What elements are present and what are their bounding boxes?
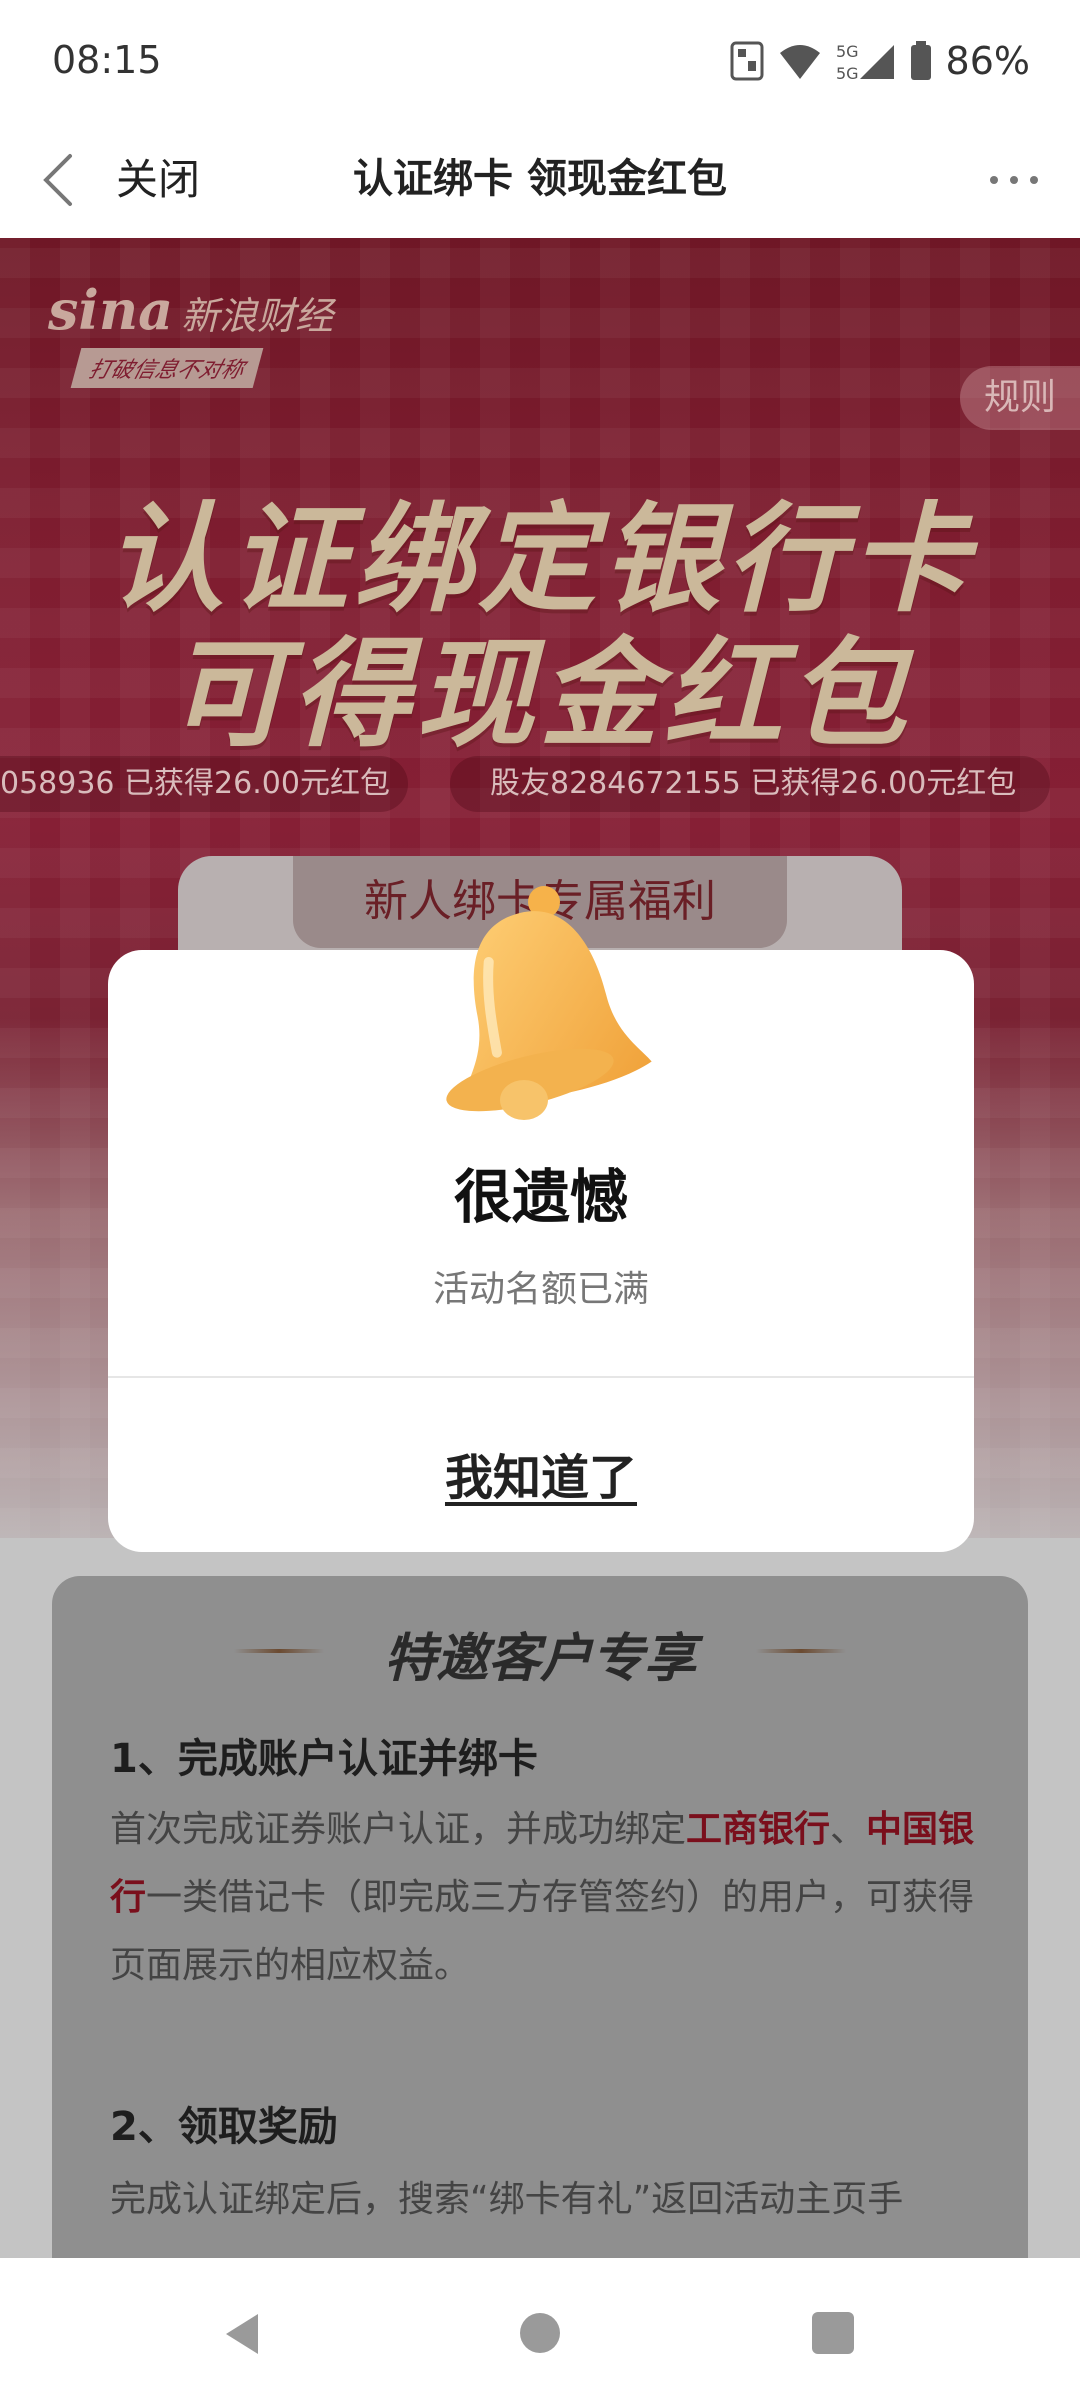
dialog-title: 很遗憾 <box>453 1163 628 1231</box>
sina-finance-logo: sina 新浪财经 打破信息不对称 <box>48 278 333 388</box>
rules-button[interactable]: 规则 <box>960 366 1080 430</box>
wifi-icon <box>779 45 820 79</box>
status-bar: 08:15 5G 5G 86% <box>0 0 1080 120</box>
status-icons: 5G 5G 86% <box>730 36 1030 86</box>
step-2-text: 完成认证绑定后，搜索“绑卡有礼”返回活动主页手 <box>110 2179 904 2220</box>
svg-text:5G: 5G <box>836 42 859 61</box>
top-nav-bar: 关闭 认证绑卡 领现金红包 <box>0 120 1080 238</box>
step-1-text: 首次完成证券账户认证，并成功绑定工商银行、中国银行一类借记卡（即完成三方存管签约… <box>110 1796 990 2000</box>
headline-line-2: 可得现金红包 <box>167 625 912 763</box>
winner-ticker-item: 058936 已获得26.00元红包 <box>0 756 408 812</box>
dialog-message: 活动名额已满 <box>432 1269 649 1310</box>
logo-text: sina <box>48 278 174 342</box>
logo-slogan: 打破信息不对称 <box>70 348 264 388</box>
step-1-title: 1、完成账户认证并绑卡 <box>110 1736 538 1782</box>
signal-icon: 5G 5G <box>836 42 894 83</box>
battery-icon <box>910 41 931 80</box>
dialog-divider <box>108 1376 974 1378</box>
step-1-text-b: 一类借记卡（即完成三方存管签约）的用户，可获得页面展示的相应权益。 <box>110 1877 975 1986</box>
system-back-icon[interactable] <box>222 2312 262 2356</box>
acknowledge-button[interactable]: 我知道了 <box>108 1438 974 1508</box>
winner-ticker-item: 股友8284672155 已获得26.00元红包 <box>450 756 1050 812</box>
bell-icon <box>446 886 652 1120</box>
system-nav-bar <box>0 2264 1080 2400</box>
vip-benefit-card: 特邀客户专享 1、完成账户认证并绑卡 首次完成证券账户认证，并成功绑定工商银行、… <box>52 1576 1028 2258</box>
bank-separator: 、 <box>830 1809 867 1850</box>
nfc-icon <box>730 41 764 81</box>
step-1-text-a: 首次完成证券账户认证，并成功绑定 <box>110 1809 687 1850</box>
system-recents-icon[interactable] <box>812 2312 854 2354</box>
system-home-icon[interactable] <box>520 2313 560 2353</box>
status-time: 08:15 <box>52 38 162 82</box>
bank-icbc: 工商银行 <box>686 1809 831 1850</box>
battery-percent: 86% <box>945 39 1030 83</box>
benefit-title: 特邀客户专享 <box>383 1629 696 1689</box>
svg-text:5G: 5G <box>836 64 859 83</box>
logo-cn: 新浪财经 <box>181 294 334 338</box>
step-2-title: 2、领取奖励 <box>110 2104 338 2150</box>
title-decoration-right <box>756 1649 846 1653</box>
page-title: 认证绑卡 领现金红包 <box>353 156 727 202</box>
more-options-icon[interactable] <box>984 150 1044 210</box>
